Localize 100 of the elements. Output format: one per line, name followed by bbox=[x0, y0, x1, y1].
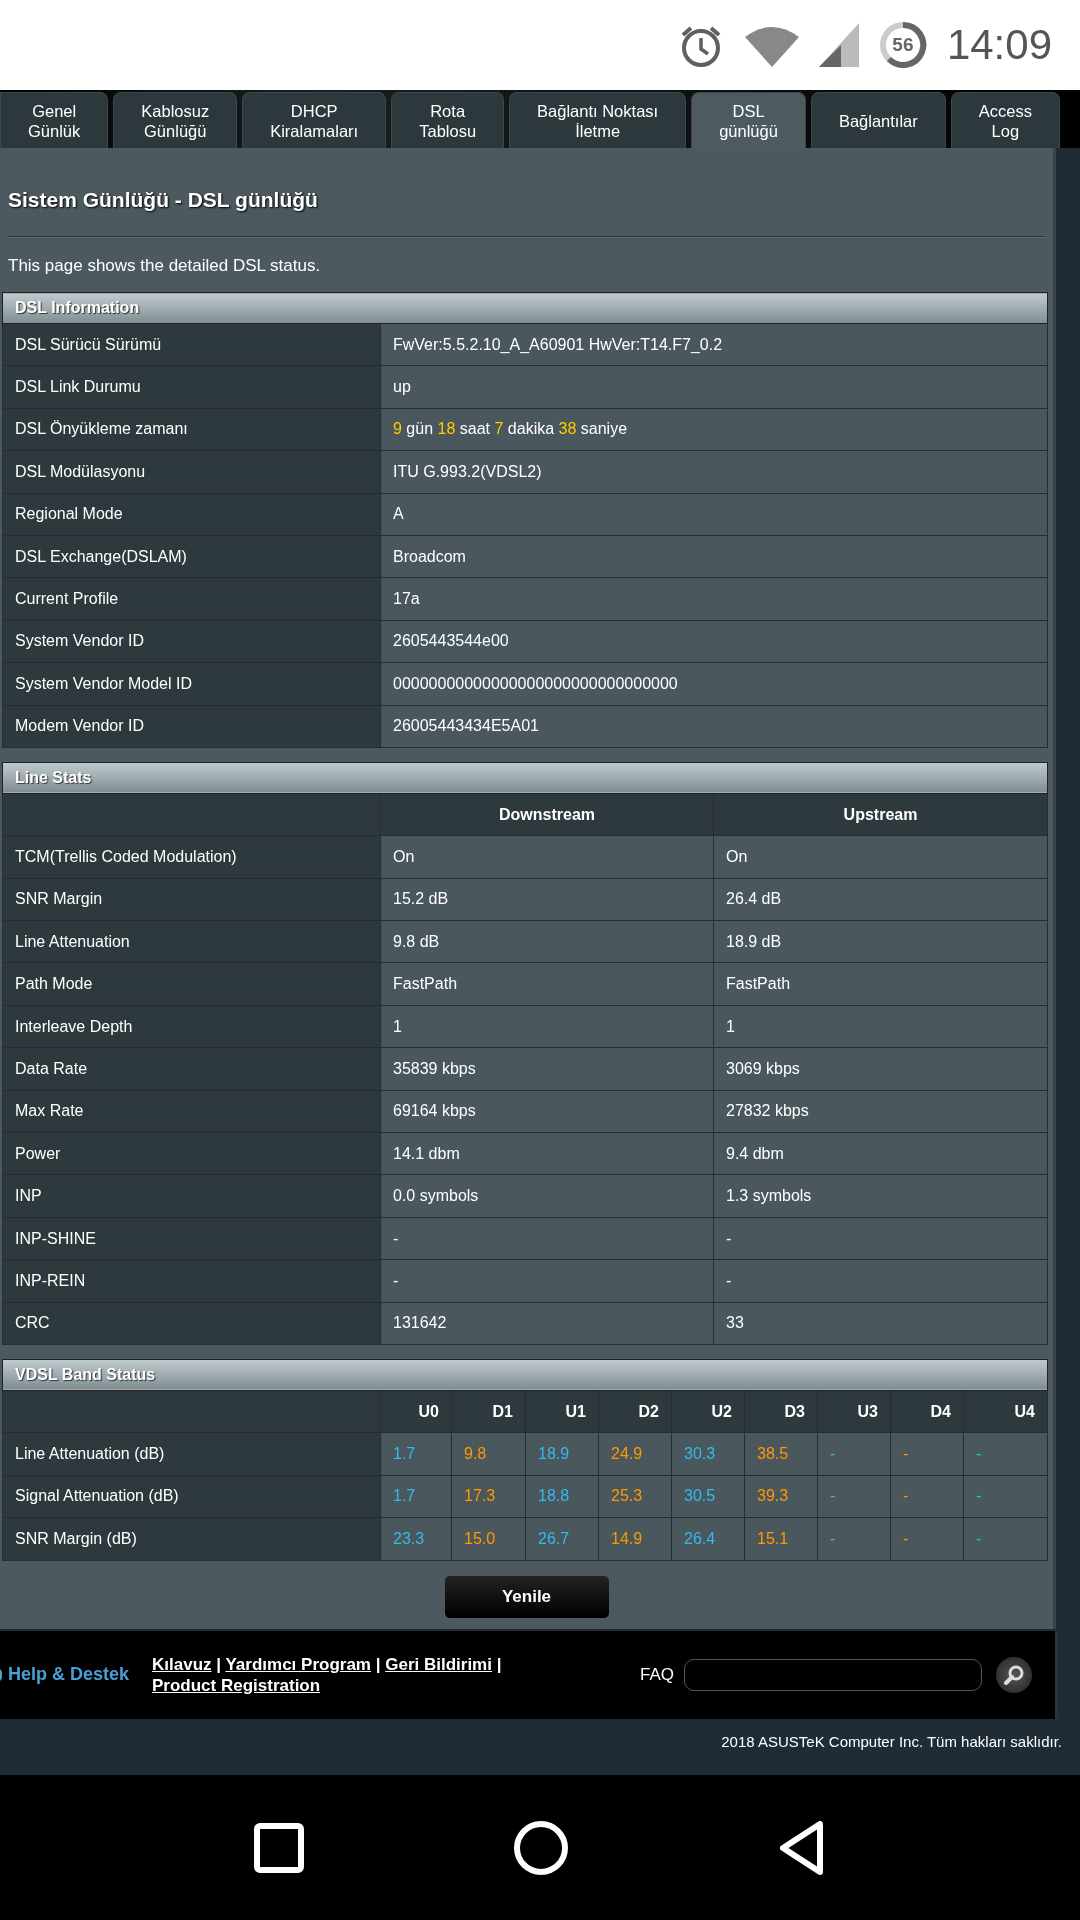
tab[interactable]: Kablosuz Günlüğü bbox=[113, 92, 238, 148]
table-cell: 33 bbox=[713, 1302, 1048, 1345]
row-value: 9 gün 18 saat 7 dakika 38 saniye bbox=[380, 408, 1048, 451]
table-cell: - bbox=[890, 1432, 964, 1476]
table-cell: On bbox=[380, 835, 714, 879]
signal-icon bbox=[818, 23, 859, 67]
table-cell: - bbox=[963, 1432, 1048, 1476]
footer-link[interactable]: Yardımcı Program bbox=[225, 1654, 371, 1674]
table-cell: - bbox=[380, 1217, 714, 1260]
table-cell: 15.2 dB bbox=[380, 878, 714, 921]
table-cell: - bbox=[817, 1475, 891, 1518]
row-label: TCM(Trellis Coded Modulation) bbox=[2, 835, 381, 879]
battery-icon bbox=[878, 21, 927, 69]
row-value: 26005443434E5A01 bbox=[380, 705, 1048, 748]
table-cell: 0.0 symbols bbox=[380, 1174, 714, 1218]
table-cell: - bbox=[963, 1517, 1048, 1561]
row-value: FwVer:5.5.2.10_A_A60901 HwVer:T14.F7_0.2 bbox=[380, 323, 1048, 366]
column-header: U0 bbox=[380, 1390, 452, 1433]
table-cell: 1.7 bbox=[380, 1475, 452, 1518]
table-cell: 23.3 bbox=[380, 1517, 452, 1561]
home-icon[interactable] bbox=[513, 1819, 569, 1876]
footer-link[interactable]: Kılavuz bbox=[152, 1654, 212, 1674]
link-separator: | bbox=[496, 1654, 502, 1674]
back-icon[interactable] bbox=[777, 1819, 826, 1876]
row-label: DSL Link Durumu bbox=[2, 365, 381, 409]
table-cell: - bbox=[963, 1475, 1048, 1518]
row-label: Line Attenuation (dB) bbox=[2, 1432, 381, 1476]
table-cell: 25.3 bbox=[598, 1475, 672, 1518]
table-cell: 18.8 bbox=[525, 1475, 599, 1518]
row-label: System Vendor ID bbox=[2, 620, 381, 663]
footer-link[interactable]: Product Registration bbox=[152, 1675, 321, 1695]
tab[interactable]: DHCP Kiralamaları bbox=[242, 92, 387, 148]
column-header: U1 bbox=[525, 1390, 599, 1433]
square-icon[interactable] bbox=[254, 1822, 305, 1873]
table-cell: 30.3 bbox=[671, 1432, 745, 1476]
row-label: Data Rate bbox=[2, 1047, 381, 1091]
row-label: INP-SHINE bbox=[2, 1217, 381, 1260]
table-cell: - bbox=[890, 1517, 964, 1561]
table-cell: 131642 bbox=[380, 1302, 714, 1345]
column-header: D3 bbox=[744, 1390, 818, 1433]
faq-search-field[interactable] bbox=[684, 1658, 982, 1691]
column-header: D2 bbox=[598, 1390, 672, 1433]
row-value: Broadcom bbox=[380, 535, 1048, 578]
tab[interactable]: DSL günlüğü bbox=[691, 92, 806, 148]
table-cell: On bbox=[713, 835, 1048, 879]
column-header: U4 bbox=[963, 1390, 1048, 1433]
row-label: Line Attenuation bbox=[2, 920, 381, 963]
refresh-button[interactable]: Yenile bbox=[443, 1574, 610, 1619]
table-cell: 24.9 bbox=[598, 1432, 672, 1476]
section-header: VDSL Band Status bbox=[2, 1359, 1048, 1391]
row-label: Current Profile bbox=[2, 577, 381, 621]
row-label: Interleave Depth bbox=[2, 1005, 381, 1048]
page-title: Sistem Günlüğü - DSL günlüğü bbox=[8, 188, 319, 213]
row-value: ITU G.993.2(VDSL2) bbox=[380, 450, 1048, 494]
table-cell: 26.4 dB bbox=[713, 878, 1048, 921]
row-value: up bbox=[380, 365, 1048, 409]
table-cell: FastPath bbox=[380, 962, 714, 1006]
copyright-text: 2018 ASUSTeK Computer Inc. Tüm hakları saklıdır. bbox=[721, 1732, 1062, 1750]
table-cell: 1.7 bbox=[380, 1432, 452, 1476]
table-cell: 18.9 dB bbox=[713, 920, 1048, 963]
row-label: DSL Sürücü Sürümü bbox=[2, 323, 381, 366]
table-cell: 9.8 dB bbox=[380, 920, 714, 963]
search-button[interactable] bbox=[996, 1656, 1032, 1693]
table-cell: 1.3 symbols bbox=[713, 1174, 1048, 1218]
table-cell: - bbox=[380, 1259, 714, 1303]
section-header: Line Stats bbox=[2, 762, 1048, 794]
table-cell: 35839 kbps bbox=[380, 1047, 714, 1091]
table-cell: 3069 kbps bbox=[713, 1047, 1048, 1091]
table-cell: FastPath bbox=[713, 962, 1048, 1006]
tab[interactable]: Genel Günlük bbox=[0, 92, 109, 148]
table-cell: 15.0 bbox=[451, 1517, 526, 1561]
row-label: System Vendor Model ID bbox=[2, 662, 381, 705]
row-label: Power bbox=[2, 1132, 381, 1175]
footer-link[interactable]: Geri Bildirimi bbox=[385, 1654, 492, 1674]
tab[interactable]: Bağlantılar bbox=[810, 92, 946, 148]
row-label: Path Mode bbox=[2, 962, 381, 1006]
row-label: DSL Önyükleme zamanı bbox=[2, 408, 381, 451]
table-cell: 1 bbox=[713, 1005, 1048, 1048]
table-cell: 1 bbox=[380, 1005, 714, 1048]
section-header: DSL Information bbox=[2, 292, 1048, 324]
row-value: 00000000000000000000000000000000 bbox=[380, 662, 1048, 705]
tab[interactable]: Rota Tablosu bbox=[391, 92, 505, 148]
link-separator: | bbox=[375, 1654, 381, 1674]
battery-level: 56 bbox=[892, 35, 914, 55]
row-label: Modem Vendor ID bbox=[2, 705, 381, 748]
table-cell: 39.3 bbox=[744, 1475, 818, 1518]
row-label: SNR Margin bbox=[2, 878, 381, 921]
row-label: Signal Attenuation (dB) bbox=[2, 1475, 381, 1518]
column-header: D4 bbox=[890, 1390, 964, 1433]
column-header: U3 bbox=[817, 1390, 891, 1433]
row-label: Regional Mode bbox=[2, 493, 381, 536]
table-cell: 38.5 bbox=[744, 1432, 818, 1476]
table-cell: 26.4 bbox=[671, 1517, 745, 1561]
table-cell: - bbox=[817, 1517, 891, 1561]
table-cell: - bbox=[817, 1432, 891, 1476]
help-link[interactable]: Help & Destek bbox=[0, 1664, 152, 1686]
table-cell: - bbox=[713, 1259, 1048, 1303]
tab[interactable]: Bağlantı Noktası İletme bbox=[509, 92, 687, 148]
tab[interactable]: Access Log bbox=[950, 92, 1060, 148]
table-cell: 9.8 bbox=[451, 1432, 526, 1476]
